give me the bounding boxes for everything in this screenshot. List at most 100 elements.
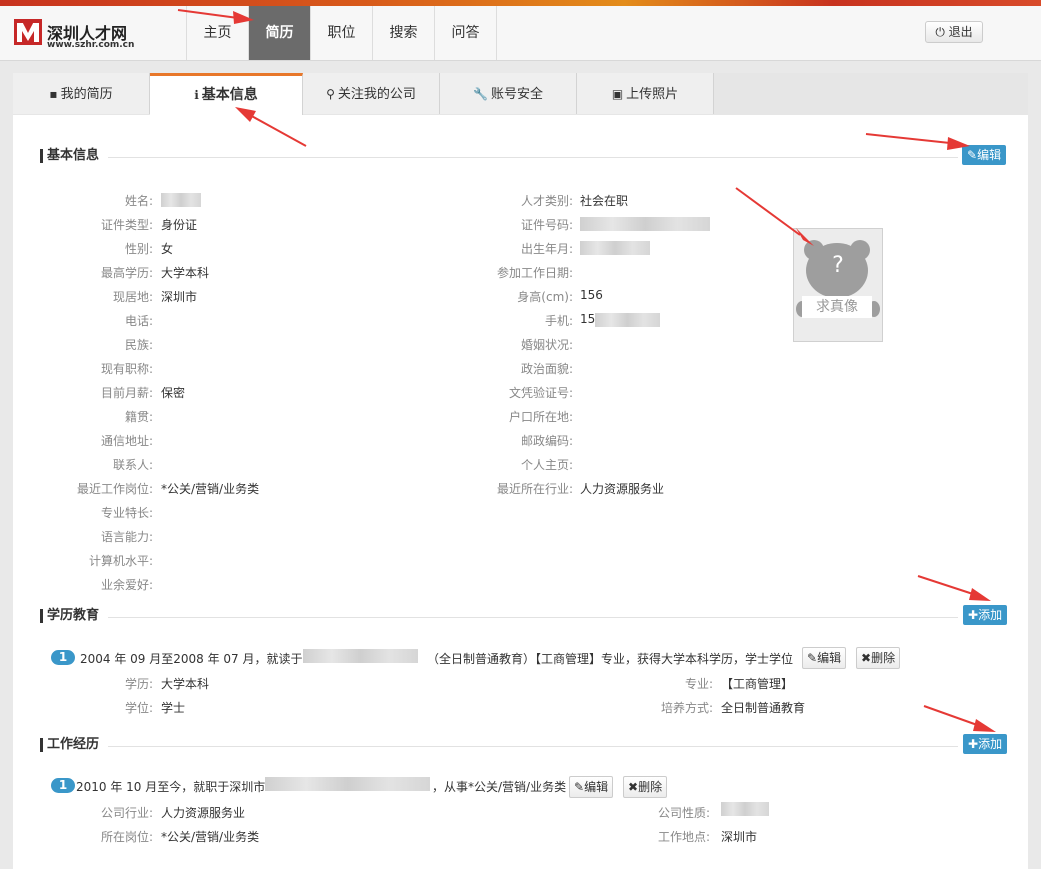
power-icon: ⏻ <box>935 25 945 39</box>
wrench-icon: 🔧 <box>473 87 488 101</box>
nav-home[interactable]: 主页 <box>187 6 249 60</box>
field-label: 专业特长: <box>100 506 153 520</box>
field-label: 文凭验证号: <box>508 386 573 400</box>
masked-mobile <box>595 313 660 327</box>
field-value: 保密 <box>161 386 186 400</box>
masked-company-type <box>721 802 769 816</box>
button-label: 编辑 <box>817 651 842 665</box>
education-summary-start: 2004 年 09 月至2008 年 07 月，就读于 <box>80 652 303 666</box>
pencil-icon: ✎ <box>807 651 818 665</box>
field-label: 联系人: <box>112 458 153 472</box>
field-label: 培养方式: <box>660 701 713 715</box>
pencil-icon: ✎ <box>574 780 585 794</box>
button-label: 删除 <box>638 780 663 794</box>
divider <box>108 746 958 747</box>
field-label: 语言能力: <box>100 530 153 544</box>
question-mark-icon: ? <box>832 253 844 278</box>
plus-icon: ✚ <box>968 608 979 622</box>
add-education-button[interactable]: ✚添加 <box>963 605 1008 625</box>
search-icon: ⚲ <box>326 87 335 101</box>
field-value: 全日制普通教育 <box>721 701 806 715</box>
field-label: 学位: <box>124 701 153 715</box>
field-label: 最高学历: <box>100 266 153 280</box>
button-label: 编辑 <box>584 780 609 794</box>
field-label: 证件类型: <box>100 218 153 232</box>
delete-education-button[interactable]: ✖删除 <box>856 647 901 669</box>
field-value: 女 <box>161 242 174 256</box>
masked-name <box>161 193 201 207</box>
education-summary-end: （全日制普通教育）【工商管理】专业，获得大学本科学历，学士学位 <box>427 652 794 666</box>
section-title-basic: 基本信息 <box>40 149 99 163</box>
edit-education-button[interactable]: ✎编辑 <box>802 647 847 669</box>
pencil-icon: ✎ <box>967 148 978 162</box>
field-label: 学历: <box>124 677 153 691</box>
avatar-placeholder[interactable]: ? 求真像 <box>793 228 883 342</box>
field-value: 学士 <box>161 701 186 715</box>
section-title-work: 工作经历 <box>40 738 99 752</box>
close-icon: ✖ <box>628 780 639 794</box>
tab-my-resume[interactable]: ▪ 我的简历 <box>13 73 150 114</box>
field-value: 【工商管理】 <box>721 677 794 691</box>
divider <box>108 157 958 158</box>
button-label: 编辑 <box>977 148 1002 162</box>
info-icon: ℹ <box>194 88 199 102</box>
nav-resume[interactable]: 简历 <box>249 6 311 60</box>
field-value: 人力资源服务业 <box>161 806 246 820</box>
field-value: *公关/营销/业务类 <box>161 830 260 844</box>
nav-qa[interactable]: 问答 <box>435 6 497 60</box>
logout-label: 退出 <box>948 25 973 39</box>
nav-jobs[interactable]: 职位 <box>311 6 373 60</box>
field-label: 最近所在行业: <box>496 482 573 496</box>
field-value: 深圳市 <box>161 290 198 304</box>
logo-icon <box>14 19 42 45</box>
logout-button[interactable]: ⏻ 退出 <box>925 21 983 43</box>
nav-search[interactable]: 搜索 <box>373 6 435 60</box>
edit-basic-button[interactable]: ✎编辑 <box>962 145 1007 165</box>
edit-work-button[interactable]: ✎编辑 <box>569 776 614 798</box>
entry-index-badge: 1 <box>51 650 75 665</box>
field-label: 邮政编码: <box>520 434 573 448</box>
field-label: 公司性质: <box>657 806 710 820</box>
main-nav: 主页 简历 职位 搜索 问答 <box>186 6 497 60</box>
field-label: 性别: <box>124 242 153 256</box>
field-label: 所在岗位: <box>100 830 153 844</box>
field-label: 业余爱好: <box>100 578 153 592</box>
tab-basic-info[interactable]: ℹ 基本信息 <box>150 73 303 116</box>
field-label: 个人主页: <box>520 458 573 472</box>
field-label: 现有职称: <box>100 362 153 376</box>
field-value: 156 <box>580 288 603 302</box>
site-logo[interactable]: 深圳人才网 www.szhr.com.cn <box>14 15 144 55</box>
add-work-button[interactable]: ✚添加 <box>963 734 1008 754</box>
tab-account-security[interactable]: 🔧 账号安全 <box>440 73 577 114</box>
field-value: 身份证 <box>161 218 198 232</box>
field-label: 工作地点: <box>657 830 710 844</box>
field-label: 姓名: <box>124 194 153 208</box>
masked-company <box>265 777 430 791</box>
field-label: 专业: <box>684 677 713 691</box>
button-label: 删除 <box>871 651 896 665</box>
tab-upload-photo[interactable]: ▣ 上传照片 <box>577 73 714 114</box>
photo-sign-text: 求真像 <box>802 296 872 318</box>
field-label: 目前月薪: <box>100 386 153 400</box>
work-summary-end: ，从事*公关/营销/业务类 <box>432 780 567 794</box>
tab-label: 基本信息 <box>201 87 258 103</box>
masked-birthdate <box>580 241 650 255</box>
tab-following-companies[interactable]: ⚲ 关注我的公司 <box>303 73 440 114</box>
field-label: 手机: <box>544 314 573 328</box>
tab-label: 账号安全 <box>490 87 543 102</box>
field-label: 参加工作日期: <box>496 266 573 280</box>
header: 深圳人才网 www.szhr.com.cn 主页 简历 职位 搜索 问答 ⏻ 退… <box>0 6 1041 61</box>
field-value: 大学本科 <box>161 677 210 691</box>
field-value: *公关/营销/业务类 <box>161 482 260 496</box>
tab-label: 关注我的公司 <box>337 87 416 102</box>
file-icon: ▪ <box>49 87 58 101</box>
resume-tabs: ▪ 我的简历 ℹ 基本信息 ⚲ 关注我的公司 🔧 账号安全 ▣ 上传照片 <box>13 73 1028 116</box>
field-value: 深圳市 <box>721 830 758 844</box>
field-label: 最近工作岗位: <box>76 482 153 496</box>
field-label: 籍贯: <box>124 410 153 424</box>
main-panel: 基本信息 ✎编辑 姓名: 证件类型: 身份证 性别: 女最高学历: 大学本科 现居地: 深圳市… <box>13 115 1028 869</box>
field-label: 民族: <box>124 338 153 352</box>
delete-work-button[interactable]: ✖删除 <box>623 776 668 798</box>
entry-index-badge: 1 <box>51 778 75 793</box>
masked-id-number <box>580 217 710 231</box>
